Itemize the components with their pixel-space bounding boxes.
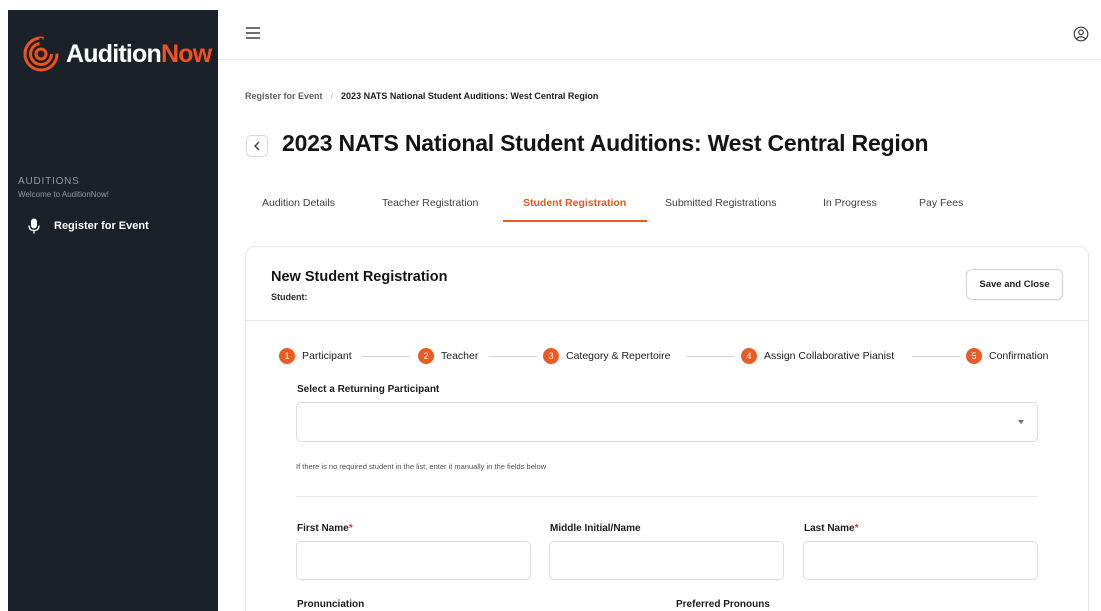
step-teacher[interactable]: 2 Teacher xyxy=(418,348,478,364)
audition-now-logo-icon xyxy=(23,36,59,72)
middle-name-input[interactable] xyxy=(549,541,784,580)
caret-down-icon xyxy=(1018,420,1024,424)
step-participant[interactable]: 1 Participant xyxy=(279,348,352,364)
step-number: 2 xyxy=(418,348,434,364)
chevron-left-icon xyxy=(254,141,260,151)
step-label: Assign Collaborative Pianist xyxy=(764,350,895,362)
app-logo[interactable]: AuditionNow xyxy=(22,34,212,74)
sidebar-section-subtitle: Welcome to AuditionNow! xyxy=(18,190,110,199)
step-label: Confirmation xyxy=(989,350,1049,362)
sidebar-item-register-for-event[interactable]: Register for Event xyxy=(28,218,149,234)
tab-student-registration[interactable]: Student Registration xyxy=(523,197,626,209)
tab-pay-fees[interactable]: Pay Fees xyxy=(919,197,963,209)
user-profile-icon[interactable] xyxy=(1073,26,1089,47)
section-divider xyxy=(296,496,1038,497)
tab-teacher-registration[interactable]: Teacher Registration xyxy=(382,197,478,209)
required-marker: * xyxy=(854,523,859,534)
returning-participant-label: Select a Returning Participant xyxy=(297,384,440,395)
first-name-label-text: First Name xyxy=(297,523,349,534)
active-tab-indicator xyxy=(503,220,647,222)
sidebar-section-heading: AUDITIONS xyxy=(18,176,80,187)
top-bar xyxy=(218,10,1101,60)
tab-in-progress[interactable]: In Progress xyxy=(823,197,877,209)
sidebar: AuditionNow AUDITIONS Welcome to Auditio… xyxy=(8,10,218,611)
step-number: 3 xyxy=(543,348,559,364)
breadcrumb: Register for Event / 2023 NATS National … xyxy=(245,91,598,101)
breadcrumb-item-register-for-event[interactable]: Register for Event xyxy=(245,91,323,101)
required-marker: * xyxy=(348,523,353,534)
returning-participant-select[interactable] xyxy=(296,402,1038,442)
card-header: New Student Registration Student: Save a… xyxy=(246,247,1088,321)
microphone-icon xyxy=(28,218,42,234)
step-assign-collaborative-pianist[interactable]: 4 Assign Collaborative Pianist xyxy=(741,348,894,364)
step-confirmation[interactable]: 5 Confirmation xyxy=(966,348,1049,364)
last-name-input[interactable] xyxy=(803,541,1038,580)
last-name-label-text: Last Name xyxy=(804,523,855,534)
step-category-repertoire[interactable]: 3 Category & Repertoire xyxy=(543,348,670,364)
back-button[interactable] xyxy=(246,135,268,157)
first-name-label: First Name* xyxy=(297,523,353,534)
last-name-label: Last Name* xyxy=(804,523,858,534)
logo-text-accent: Now xyxy=(160,39,212,68)
step-label: Teacher xyxy=(441,350,479,362)
logo-text-primary: Audition xyxy=(66,39,162,68)
tab-submitted-registrations[interactable]: Submitted Registrations xyxy=(665,197,776,209)
step-number: 4 xyxy=(741,348,757,364)
form-subtitle: Student: xyxy=(271,292,308,302)
preferred-pronouns-label: Preferred Pronouns xyxy=(676,599,770,610)
pronunciation-label: Pronunciation xyxy=(297,599,365,610)
manual-entry-hint: If there is no required student in the l… xyxy=(296,462,547,471)
step-number: 5 xyxy=(966,348,982,364)
breadcrumb-separator: / xyxy=(330,91,334,101)
save-and-close-button[interactable]: Save and Close xyxy=(966,269,1063,300)
step-number: 1 xyxy=(279,348,295,364)
step-label: Participant xyxy=(302,350,352,362)
logo-wordmark: AuditionNow xyxy=(66,39,212,69)
hamburger-icon[interactable] xyxy=(246,27,260,39)
middle-name-label: Middle Initial/Name xyxy=(550,523,641,534)
sidebar-item-label: Register for Event xyxy=(54,220,149,232)
step-label: Category & Repertoire xyxy=(566,350,671,362)
page-title: 2023 NATS National Student Auditions: We… xyxy=(282,130,929,156)
tab-audition-details[interactable]: Audition Details xyxy=(262,197,335,209)
breadcrumb-item-current: 2023 NATS National Student Auditions: We… xyxy=(341,91,599,101)
form-title: New Student Registration xyxy=(271,269,448,285)
sidebar-section: AUDITIONS Welcome to AuditionNow! xyxy=(18,176,109,199)
first-name-input[interactable] xyxy=(296,541,531,580)
